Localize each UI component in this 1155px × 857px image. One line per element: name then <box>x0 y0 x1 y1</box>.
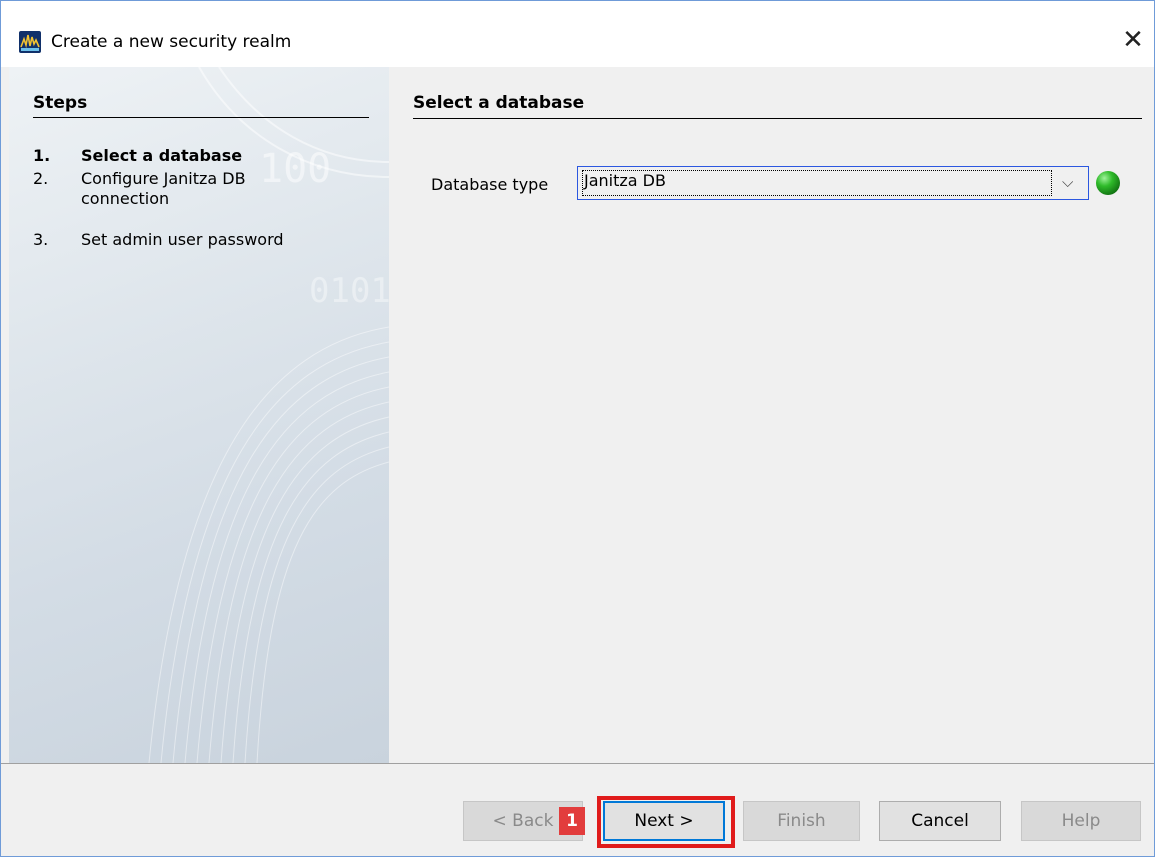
app-logo-icon <box>19 31 41 53</box>
steps-heading: Steps <box>33 93 88 113</box>
step-number: 2. <box>33 169 49 188</box>
dialog-window: Create a new security realm ✕ 100 0101 S… <box>0 0 1155 857</box>
steps-divider <box>33 117 369 118</box>
content-panel: Select a database Database type Janitza … <box>389 67 1154 763</box>
steps-panel: 100 0101 Steps 1. Select a database 2. C… <box>9 67 389 763</box>
section-divider <box>413 118 1142 119</box>
chevron-down-icon: ⌵ <box>1062 173 1074 191</box>
status-indicator-icon <box>1096 171 1120 195</box>
step-marker-badge: 1 <box>559 807 585 835</box>
window-title: Create a new security realm <box>51 32 292 52</box>
step-number: 3. <box>33 230 49 249</box>
finish-button[interactable]: Finish <box>743 801 860 841</box>
step-label: Set admin user password <box>81 230 284 249</box>
next-button-highlight <box>597 796 735 848</box>
cancel-button[interactable]: Cancel <box>879 801 1001 841</box>
database-type-label: Database type <box>431 175 549 194</box>
title-bar: Create a new security realm ✕ <box>1 1 1154 67</box>
step-label: Configure Janitza DB connection <box>81 169 246 208</box>
svg-text:0101: 0101 <box>309 271 389 311</box>
help-button[interactable]: Help <box>1021 801 1141 841</box>
step-number: 1. <box>33 146 51 165</box>
database-type-select[interactable]: Janitza DB ⌵ <box>577 166 1089 200</box>
selected-value: Janitza DB <box>584 171 666 190</box>
section-title: Select a database <box>413 93 585 113</box>
step-label: Select a database <box>81 146 243 165</box>
footer-divider <box>1 763 1154 764</box>
close-icon[interactable]: ✕ <box>1119 27 1147 55</box>
